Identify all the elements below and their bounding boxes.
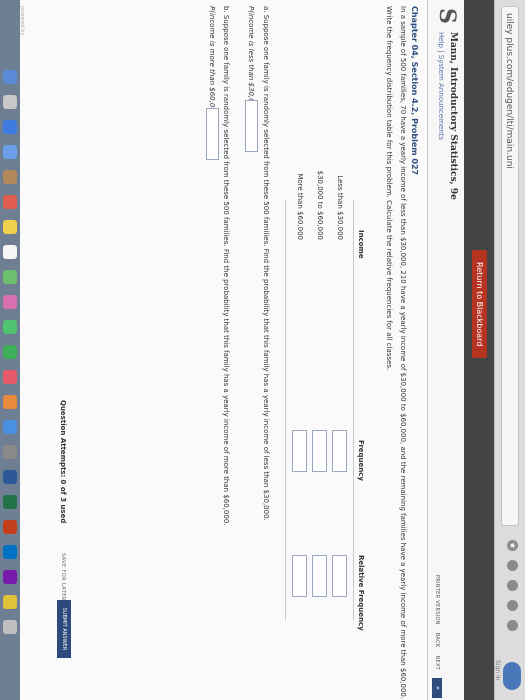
printer-version-link[interactable]: PRINTER VERSION xyxy=(434,575,440,625)
photos-icon[interactable] xyxy=(3,295,17,309)
problem-intro: In a sample of 500 families, 70 have a y… xyxy=(399,6,407,700)
relative-frequency-input-1[interactable] xyxy=(332,555,347,597)
reminders-icon[interactable] xyxy=(3,245,17,259)
chrome-icon[interactable] xyxy=(3,595,17,609)
problem-instruction: Write the frequency distribution table f… xyxy=(385,6,393,371)
toolbar-icons: ★ xyxy=(507,540,518,631)
submit-answer-button[interactable]: SUBMIT ANSWER xyxy=(57,600,71,658)
outlook-icon[interactable] xyxy=(3,545,17,559)
browser-toolbar: uiley plus.com/edugen/lti/main.uni ★ Sig… xyxy=(494,0,525,700)
mail-icon[interactable] xyxy=(3,145,17,159)
extension-icon[interactable] xyxy=(507,620,518,631)
finder-icon[interactable] xyxy=(3,70,17,84)
photo-frame: uiley plus.com/edugen/lti/main.uni ★ Sig… xyxy=(0,0,525,700)
music-icon[interactable] xyxy=(3,370,17,384)
save-for-later-link[interactable]: SAVE FOR LATER xyxy=(60,553,66,601)
table-divider xyxy=(285,200,286,620)
sign-in-link[interactable]: Sign in xyxy=(494,660,501,680)
preferences-icon[interactable] xyxy=(3,445,17,459)
contacts-icon[interactable] xyxy=(3,170,17,184)
attempts-label: Question Attempts: xyxy=(59,400,67,478)
extension-icon[interactable] xyxy=(507,580,518,591)
maps-icon[interactable] xyxy=(3,270,17,284)
screen: uiley plus.com/edugen/lti/main.uni ★ Sig… xyxy=(0,0,525,700)
excel-icon[interactable] xyxy=(3,495,17,509)
books-icon[interactable] xyxy=(3,395,17,409)
launchpad-icon[interactable] xyxy=(3,95,17,109)
help-links[interactable]: Help | System Announcements xyxy=(437,32,445,140)
close-button[interactable]: ✕ xyxy=(432,678,442,698)
wileyplus-logo: S xyxy=(434,8,460,24)
messages-icon[interactable] xyxy=(3,320,17,334)
frequency-input-3[interactable] xyxy=(292,430,307,472)
problem-title: Chapter 04, Section 4.2, Problem 027 xyxy=(410,6,419,176)
word-icon[interactable] xyxy=(3,470,17,484)
row-label-1: Less than $30,000 xyxy=(336,175,344,240)
notes-icon[interactable] xyxy=(3,220,17,234)
row-label-3: More than $60,000 xyxy=(296,173,304,240)
table-divider xyxy=(353,200,354,620)
attempts-value: 0 of 3 used xyxy=(59,479,67,524)
safari-icon[interactable] xyxy=(3,120,17,134)
part-b-question: b. Suppose one family is randomly select… xyxy=(222,6,230,526)
relative-frequency-input-3[interactable] xyxy=(292,555,307,597)
book-title: Mann, Introductory Statistics, 9e xyxy=(448,32,458,200)
app-store-icon[interactable] xyxy=(3,420,17,434)
extension-icon[interactable] xyxy=(507,560,518,571)
course-header: S Mann, Introductory Statistics, 9e Help… xyxy=(427,0,464,700)
part-b-input[interactable] xyxy=(206,108,219,160)
trash-icon[interactable] xyxy=(3,620,17,634)
part-a-input[interactable] xyxy=(245,100,258,152)
row-label-2: $30,000 to $60,000 xyxy=(316,170,324,240)
powerpoint-icon[interactable] xyxy=(3,520,17,534)
income-header: Income xyxy=(357,230,365,259)
frequency-input-2[interactable] xyxy=(312,430,327,472)
address-bar[interactable]: uiley plus.com/edugen/lti/main.uni xyxy=(501,6,519,526)
frequency-header: Frequency xyxy=(357,440,365,481)
extension-icon[interactable] xyxy=(507,600,518,611)
question-attempts: Question Attempts: 0 of 3 used xyxy=(59,400,67,523)
part-a-question: a. Suppose one family is randomly select… xyxy=(262,6,270,521)
blackboard-bar: Return to Blackboard xyxy=(464,0,494,700)
relative-frequency-input-2[interactable] xyxy=(312,555,327,597)
return-to-blackboard-button[interactable]: Return to Blackboard xyxy=(472,250,487,359)
calendar-icon[interactable] xyxy=(3,195,17,209)
star-icon[interactable]: ★ xyxy=(507,540,518,551)
frequency-input-1[interactable] xyxy=(332,430,347,472)
nav-links: PRINTER VERSION BACK NEXT xyxy=(434,575,440,670)
back-link[interactable]: BACK xyxy=(434,633,440,648)
next-link[interactable]: NEXT xyxy=(434,656,440,671)
relative-frequency-header: Relative Frequency xyxy=(357,555,365,631)
facetime-icon[interactable] xyxy=(3,345,17,359)
profile-avatar[interactable] xyxy=(503,662,521,690)
onenote-icon[interactable] xyxy=(3,570,17,584)
problem-area: Chapter 04, Section 4.2, Problem 027 In … xyxy=(7,0,427,700)
mac-dock xyxy=(0,0,20,700)
